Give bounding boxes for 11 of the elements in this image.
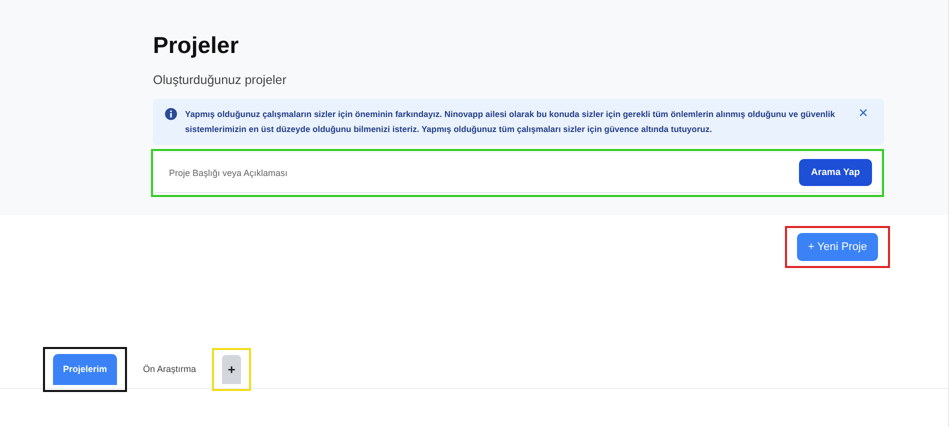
tab[interactable]: Ön Araştırma	[133, 354, 206, 384]
page-subtitle: Oluşturduğunuz projeler	[153, 73, 288, 87]
search-button[interactable]: Arama Yap	[799, 159, 872, 186]
close-button[interactable]: ×	[854, 107, 872, 121]
info-icon	[165, 108, 177, 120]
add-tab-button[interactable]: +	[222, 354, 242, 384]
tab[interactable]: Projelerim	[53, 354, 118, 384]
new-project-button[interactable]: + Yeni Proje	[796, 233, 878, 261]
search-field[interactable]: Proje Başlığı veya Açıklaması Arama Yap	[155, 153, 880, 193]
alert-text: Yapmış olduğunuz çalışmaların sizler için öneminin farkındayız. Ninovapp ailesi olarak bu konuda sizler için gerekli tüm önlemlerin alınmış olduğunu ve güvenlik sistemlerimizin en üst düzeyde olduğunu bilmenizi isteriz. Yapmış olduğunuz tüm çalışmaları sizler için güvence altında tutuyoruz.	[185, 108, 836, 136]
page-title: Projeler	[153, 32, 240, 59]
